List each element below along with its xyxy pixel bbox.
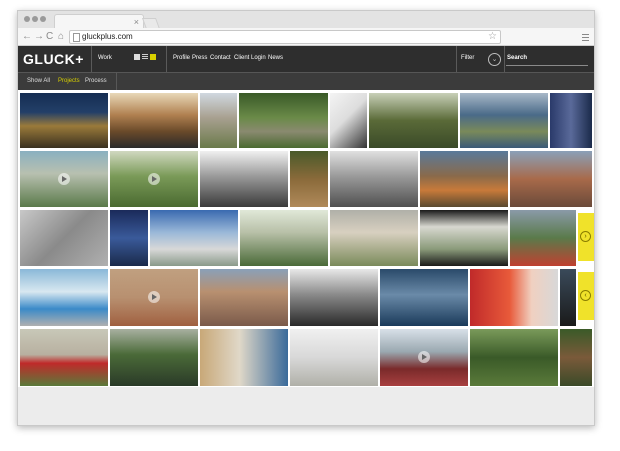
- project-thumbnail[interactable]: [420, 151, 508, 207]
- project-thumbnail[interactable]: [200, 93, 237, 148]
- project-thumbnail[interactable]: [20, 93, 108, 148]
- tab-close-icon[interactable]: ×: [134, 16, 139, 28]
- project-thumbnail[interactable]: [330, 210, 418, 266]
- nav-client-login[interactable]: Client Login: [234, 54, 266, 63]
- project-thumbnail[interactable]: [560, 329, 592, 386]
- next-page-button[interactable]: ›: [578, 213, 594, 261]
- divider: [91, 46, 92, 72]
- browser-toolbar: ← → C ⌂ gluckplus.com ☆: [18, 28, 594, 46]
- project-thumbnail[interactable]: [239, 93, 328, 148]
- play-icon[interactable]: [58, 173, 70, 185]
- project-thumbnail[interactable]: [290, 151, 328, 207]
- project-thumbnail[interactable]: [110, 210, 148, 266]
- project-thumbnail[interactable]: [460, 93, 548, 148]
- project-video-thumbnail[interactable]: [110, 151, 198, 207]
- project-video-thumbnail[interactable]: [380, 329, 468, 386]
- project-thumbnail[interactable]: [20, 269, 108, 326]
- project-thumbnail[interactable]: [560, 269, 576, 326]
- project-thumbnail[interactable]: [510, 151, 592, 207]
- page-icon: [73, 33, 80, 42]
- project-thumbnail[interactable]: [20, 329, 108, 386]
- home-icon[interactable]: ⌂: [58, 30, 64, 43]
- browser-window: × ← → C ⌂ gluckplus.com ☆ GLUCK+ Work Pr…: [17, 10, 595, 426]
- divider: [504, 46, 505, 72]
- tab-bar: ×: [18, 11, 594, 29]
- play-icon[interactable]: [148, 173, 160, 185]
- subnav-process[interactable]: Process: [85, 77, 107, 86]
- project-thumbnail[interactable]: [420, 210, 508, 266]
- browser-menu-icon[interactable]: [582, 32, 589, 43]
- project-video-thumbnail[interactable]: [20, 151, 108, 207]
- project-thumbnail[interactable]: [290, 269, 378, 326]
- site-logo[interactable]: GLUCK+: [23, 51, 84, 67]
- project-thumbnail[interactable]: [330, 93, 367, 148]
- tile-view-icon[interactable]: [150, 54, 156, 60]
- project-image-grid: › ‹: [18, 90, 594, 387]
- project-thumbnail[interactable]: [200, 269, 288, 326]
- project-thumbnail[interactable]: [20, 210, 108, 266]
- window-minimize-dot[interactable]: [32, 16, 38, 22]
- project-thumbnail[interactable]: [369, 93, 458, 148]
- nav-news[interactable]: News: [268, 54, 283, 63]
- nav-contact[interactable]: Contact: [210, 54, 231, 63]
- project-thumbnail[interactable]: [550, 93, 592, 148]
- back-icon[interactable]: ←: [22, 30, 32, 43]
- browser-tab[interactable]: ×: [54, 14, 144, 29]
- project-thumbnail[interactable]: [510, 210, 576, 266]
- project-thumbnail[interactable]: [330, 151, 418, 207]
- subnav-projects[interactable]: Projects: [58, 77, 80, 86]
- url-text: gluckplus.com: [82, 32, 133, 41]
- forward-icon[interactable]: →: [34, 30, 44, 43]
- work-menu-label[interactable]: Work: [98, 54, 112, 63]
- divider: [456, 46, 457, 72]
- reload-icon[interactable]: C: [46, 30, 53, 43]
- page-footer-area: [18, 387, 594, 425]
- sub-navigation: Show All Projects Process: [18, 72, 594, 90]
- window-zoom-dot[interactable]: [40, 16, 46, 22]
- search-input[interactable]: [506, 65, 588, 66]
- project-thumbnail[interactable]: [470, 329, 558, 386]
- project-thumbnail[interactable]: [200, 329, 288, 386]
- nav-press[interactable]: Press: [192, 54, 207, 63]
- chevron-right-icon: ›: [580, 231, 591, 242]
- chevron-left-icon: ‹: [580, 290, 591, 301]
- play-icon[interactable]: [418, 351, 430, 363]
- previous-page-button[interactable]: ‹: [578, 272, 594, 320]
- address-bar[interactable]: gluckplus.com ☆: [69, 30, 501, 44]
- project-thumbnail[interactable]: [150, 210, 238, 266]
- project-video-thumbnail[interactable]: [110, 269, 198, 326]
- divider: [166, 46, 167, 72]
- window-close-dot[interactable]: [24, 16, 30, 22]
- project-thumbnail[interactable]: [110, 93, 198, 148]
- project-thumbnail[interactable]: [290, 329, 378, 386]
- grid-view-icon[interactable]: [134, 54, 140, 60]
- search-label[interactable]: Search: [507, 54, 527, 63]
- project-thumbnail[interactable]: [110, 329, 198, 386]
- play-icon[interactable]: [148, 291, 160, 303]
- project-thumbnail[interactable]: [470, 269, 558, 326]
- project-thumbnail[interactable]: [240, 210, 328, 266]
- project-thumbnail[interactable]: [380, 269, 468, 326]
- bookmark-star-icon[interactable]: ☆: [488, 31, 497, 43]
- site-header: GLUCK+ Work Profile Press Contact Client…: [18, 46, 594, 72]
- filter-label[interactable]: Filter: [461, 54, 474, 63]
- project-thumbnail[interactable]: [200, 151, 288, 207]
- nav-profile[interactable]: Profile: [173, 54, 190, 63]
- list-view-icon[interactable]: [142, 54, 148, 60]
- subnav-show-all[interactable]: Show All: [27, 77, 50, 86]
- filter-chevron-down-icon[interactable]: ⌄: [488, 53, 501, 66]
